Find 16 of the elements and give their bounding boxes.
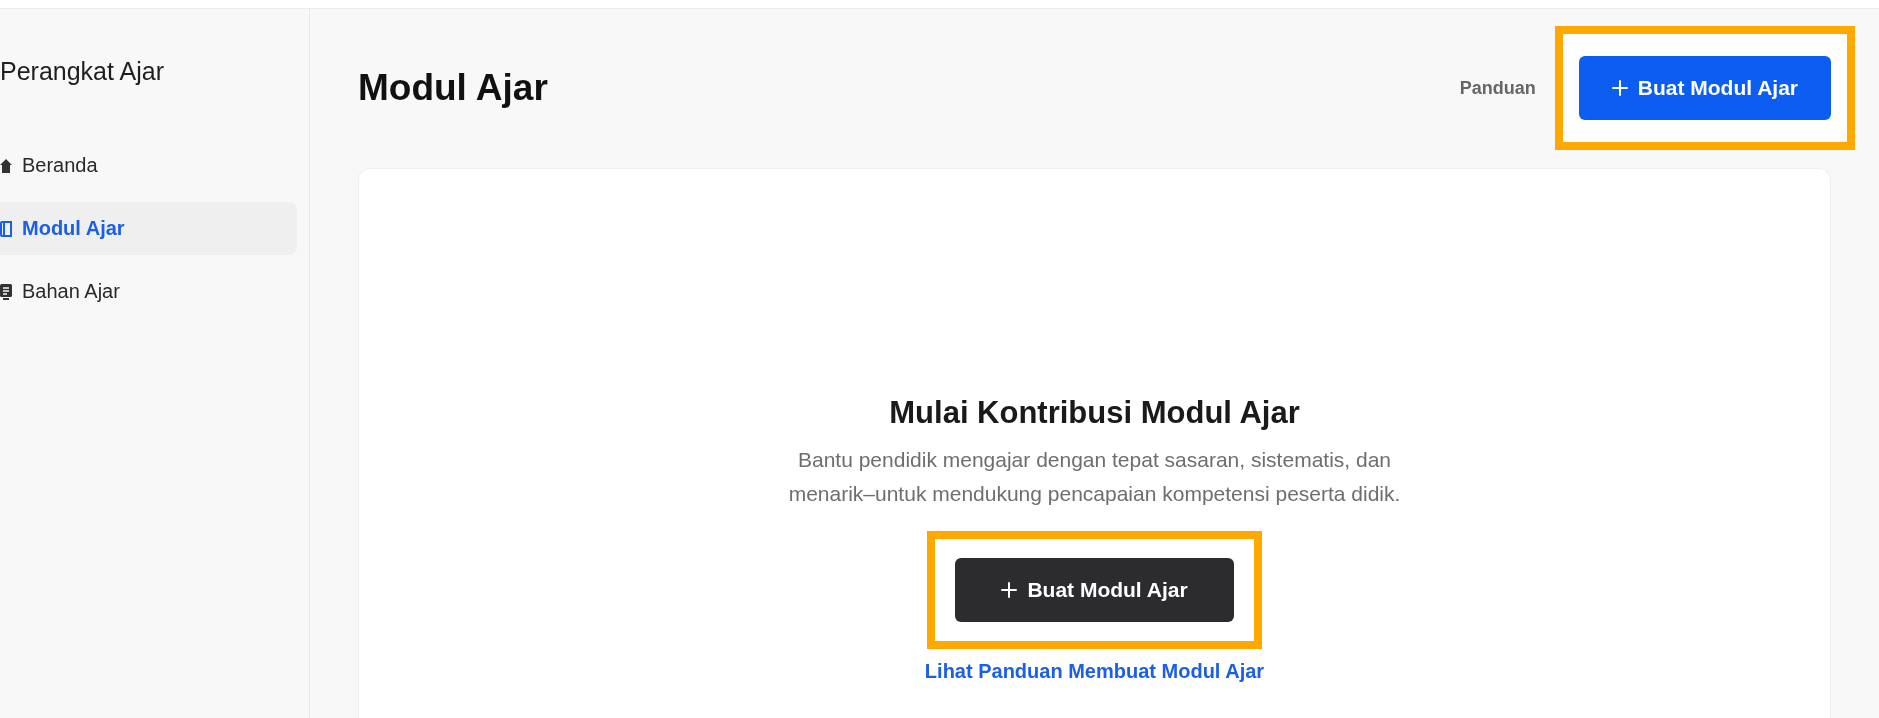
book-icon xyxy=(0,220,12,237)
sidebar-item[interactable]: Bahan Ajar xyxy=(0,265,297,318)
document-icon xyxy=(0,283,12,300)
sidebar-item[interactable]: Beranda xyxy=(0,139,297,192)
empty-state-description: Bantu pendidik mengajar dengan tepat sasaran, sistematis, dan menarik–untuk mendukung pencapaian kompetensi peserta didik. xyxy=(787,447,1402,507)
plus-icon xyxy=(1611,80,1628,96)
guide-link[interactable]: Lihat Panduan Membuat Modul Ajar xyxy=(924,659,1265,683)
plus-icon xyxy=(1001,582,1018,598)
page-title: Modul Ajar xyxy=(358,67,548,109)
empty-state-title: Mulai Kontribusi Modul Ajar xyxy=(889,395,1300,431)
create-module-button[interactable]: Buat Modul Ajar xyxy=(955,558,1234,622)
create-module-button[interactable]: Buat Modul Ajar xyxy=(1578,56,1831,120)
sidebar-item[interactable]: Modul Ajar xyxy=(0,202,297,255)
house-icon xyxy=(0,158,12,173)
guide-link[interactable]: Panduan xyxy=(1459,77,1536,99)
sidebar-title: Perangkat Ajar xyxy=(0,56,165,86)
